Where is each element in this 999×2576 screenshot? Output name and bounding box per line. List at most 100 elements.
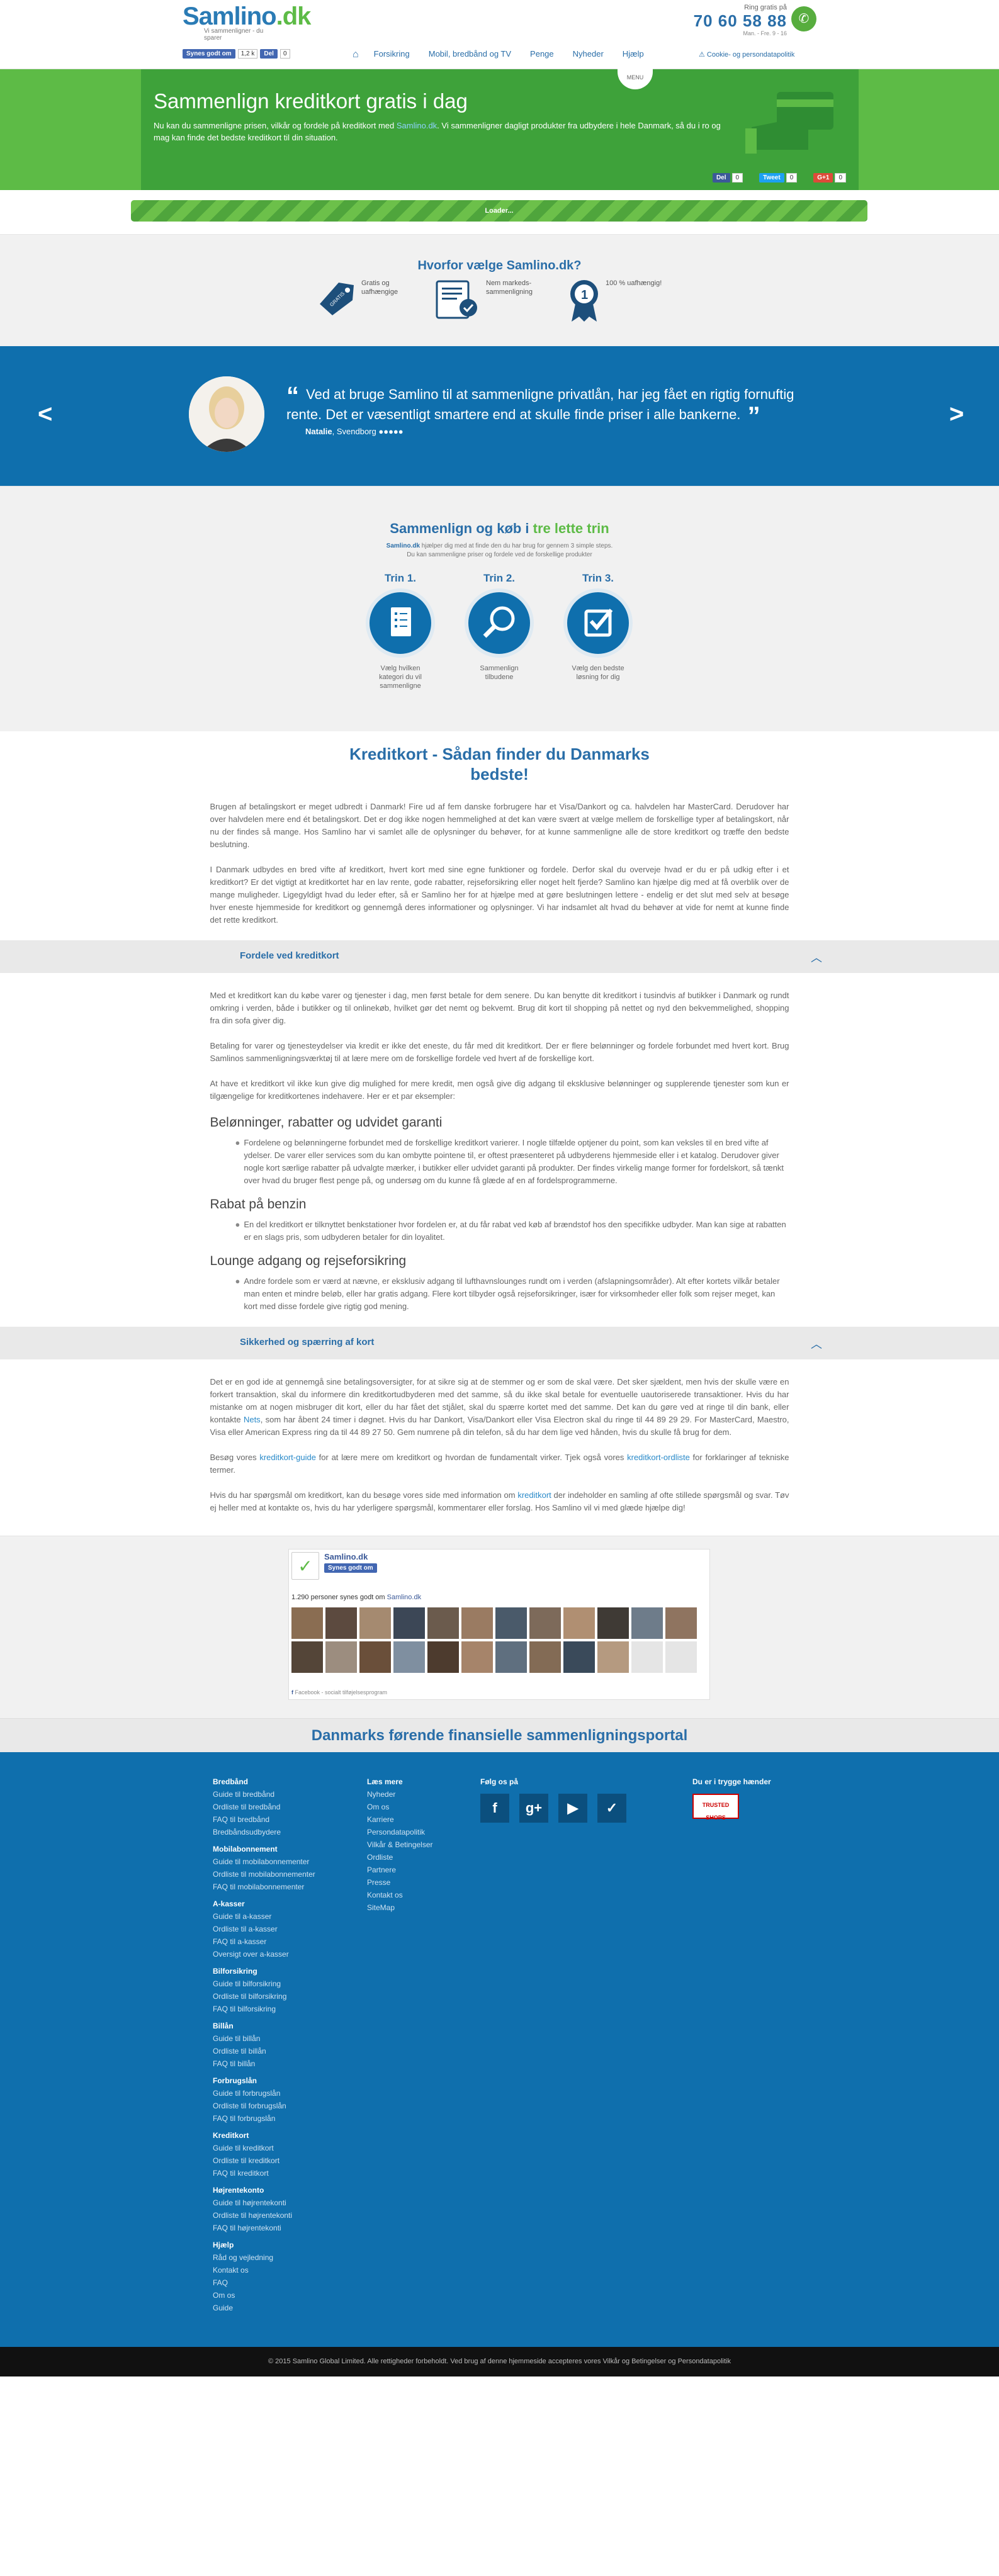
kreditkort-link[interactable]: kreditkort (517, 1490, 551, 1500)
fb-fan-avatar[interactable] (325, 1641, 357, 1673)
footer-link[interactable]: FAQ til billån (213, 2057, 332, 2070)
slider-next-icon[interactable]: > (949, 400, 964, 429)
slider-prev-icon[interactable]: < (38, 400, 52, 429)
share-googleplus[interactable]: G+1 0 (813, 173, 846, 183)
footer-link[interactable]: Guide til mobilabonnementer (213, 1855, 332, 1868)
footer-link[interactable]: FAQ til mobilabonnementer (213, 1881, 332, 1893)
footer-link[interactable]: Guide til kreditkort (213, 2142, 332, 2154)
facebook-icon[interactable]: f (480, 1794, 509, 1823)
fb-likes-link[interactable]: Samlino.dk (387, 1594, 421, 1601)
footer-link[interactable]: Guide til a-kasser (213, 1910, 332, 1923)
nav-nyheder[interactable]: Nyheder (573, 49, 604, 60)
fb-fan-avatar[interactable] (563, 1641, 595, 1673)
footer-link[interactable]: Ordliste til forbrugslån (213, 2100, 332, 2112)
footer-link[interactable]: Ordliste til billån (213, 2045, 332, 2057)
googleplus-icon[interactable]: g+ (519, 1794, 548, 1823)
footer-link[interactable]: Guide til højrentekonti (213, 2196, 332, 2209)
footer-link[interactable]: Karriere (367, 1813, 468, 1826)
footer-link[interactable]: SiteMap (367, 1901, 468, 1914)
fb-page-name[interactable]: Samlino.dk (324, 1552, 377, 1561)
footer-link[interactable]: FAQ (213, 2276, 332, 2289)
footer-link[interactable]: FAQ til forbrugslån (213, 2112, 332, 2125)
fb-fan-avatar[interactable] (291, 1607, 323, 1639)
footer-link[interactable]: Guide (213, 2302, 332, 2314)
fb-fan-avatar[interactable] (631, 1607, 663, 1639)
home-icon[interactable]: ⌂ (353, 49, 359, 60)
fb-fan-avatar[interactable] (597, 1641, 629, 1673)
section-toggle-sikkerhed[interactable]: Sikkerhed og spærring af kort ︿ (0, 1327, 999, 1359)
fb-fan-avatar[interactable] (291, 1641, 323, 1673)
menu-button[interactable]: MENU (618, 62, 653, 89)
footer-link[interactable]: FAQ til a-kasser (213, 1935, 332, 1948)
phone-number[interactable]: 70 60 58 88 (680, 11, 787, 30)
footer-link[interactable]: FAQ til højrentekonti (213, 2222, 332, 2234)
fb-fan-avatar[interactable] (359, 1607, 391, 1639)
footer-link[interactable]: Kontakt os (213, 2264, 332, 2276)
footer-link[interactable]: Om os (213, 2289, 332, 2302)
footer-link[interactable]: Guide til forbrugslån (213, 2087, 332, 2100)
cookie-link[interactable]: ⚠ Cookie- og persondatapolitik (699, 50, 794, 59)
footer-link[interactable]: Ordliste til højrentekonti (213, 2209, 332, 2222)
nav-penge[interactable]: Penge (530, 49, 554, 60)
fb-fan-avatar[interactable] (427, 1641, 459, 1673)
fb-fan-avatar[interactable] (597, 1607, 629, 1639)
nav-forsikring[interactable]: Forsikring (374, 49, 410, 60)
share-twitter[interactable]: Tweet 0 (759, 173, 798, 183)
samlino-check-icon[interactable]: ✓ (291, 1552, 319, 1580)
fb-fan-avatar[interactable] (563, 1607, 595, 1639)
footer-link[interactable]: Guide til bredbånd (213, 1788, 332, 1801)
fb-fan-avatar[interactable] (393, 1641, 425, 1673)
footer-link[interactable]: Vilkår & Betingelser (367, 1838, 468, 1851)
fb-fan-avatar[interactable] (495, 1641, 527, 1673)
footer-link[interactable]: Ordliste til mobilabonnementer (213, 1868, 332, 1881)
share-facebook[interactable]: Del 0 (712, 173, 743, 183)
footer-link[interactable]: Persondatapolitik (367, 1826, 468, 1838)
footer-link[interactable]: Ordliste (367, 1851, 468, 1864)
fb-fan-avatar[interactable] (325, 1607, 357, 1639)
footer-link[interactable]: Ordliste til a-kasser (213, 1923, 332, 1935)
fb-fan-avatar[interactable] (427, 1607, 459, 1639)
footer-link[interactable]: Guide til billån (213, 2032, 332, 2045)
footer-link[interactable]: Ordliste til kreditkort (213, 2154, 332, 2167)
fb-fan-avatar[interactable] (631, 1641, 663, 1673)
footer-link[interactable]: Bredbåndsudbydere (213, 1826, 332, 1838)
chevron-up-icon[interactable]: ︿ (811, 1336, 822, 1352)
fb-fan-avatar[interactable] (461, 1641, 493, 1673)
phone-icon[interactable]: ✆ (791, 6, 816, 31)
samlino-logo[interactable]: Samlino.dk Vi sammenligner - du sparer (183, 3, 311, 42)
footer-link[interactable]: Råd og vejledning (213, 2251, 332, 2264)
fb-fan-avatar[interactable] (665, 1641, 697, 1673)
fb-fan-avatar[interactable] (529, 1607, 561, 1639)
hero-samlino-link[interactable]: Samlino.dk (397, 121, 437, 130)
footer-link[interactable]: Partnere (367, 1864, 468, 1876)
fb-like-button[interactable]: Synes godt om (183, 49, 235, 59)
trusted-shops-badge[interactable]: TRUSTED SHOPS (692, 1794, 739, 1821)
footer-link[interactable]: Oversigt over a-kasser (213, 1948, 332, 1960)
footer-link[interactable]: Ordliste til bredbånd (213, 1801, 332, 1813)
footer-link[interactable]: FAQ til bredbånd (213, 1813, 332, 1826)
fb-widget-like-button[interactable]: Synes godt om (324, 1563, 377, 1573)
fb-fan-avatar[interactable] (529, 1641, 561, 1673)
footer-link[interactable]: Nyheder (367, 1788, 468, 1801)
kreditkort-ordliste-link[interactable]: kreditkort-ordliste (627, 1453, 690, 1462)
kreditkort-guide-link[interactable]: kreditkort-guide (259, 1453, 316, 1462)
fb-fan-avatar[interactable] (359, 1641, 391, 1673)
footer-link[interactable]: Ordliste til bilforsikring (213, 1990, 332, 2003)
samlino-icon[interactable]: ✓ (597, 1794, 626, 1823)
fb-fan-avatar[interactable] (665, 1607, 697, 1639)
section-toggle-fordele[interactable]: Fordele ved kreditkort ︿ (0, 940, 999, 973)
fb-fan-avatar[interactable] (461, 1607, 493, 1639)
nav-hjaelp[interactable]: Hjælp (623, 49, 644, 60)
footer-link[interactable]: Om os (367, 1801, 468, 1813)
fb-fan-avatar[interactable] (495, 1607, 527, 1639)
footer-link[interactable]: FAQ til bilforsikring (213, 2003, 332, 2015)
nav-mobil-bredband-tv[interactable]: Mobil, bredbånd og TV (429, 49, 511, 60)
youtube-icon[interactable]: ▶ (558, 1794, 587, 1823)
footer-link[interactable]: Guide til bilforsikring (213, 1977, 332, 1990)
fb-share-button[interactable]: Del (260, 49, 278, 59)
footer-link[interactable]: Presse (367, 1876, 468, 1889)
nets-link[interactable]: Nets (244, 1415, 261, 1424)
chevron-up-icon[interactable]: ︿ (811, 949, 822, 965)
fb-fan-avatar[interactable] (393, 1607, 425, 1639)
footer-link[interactable]: FAQ til kreditkort (213, 2167, 332, 2179)
